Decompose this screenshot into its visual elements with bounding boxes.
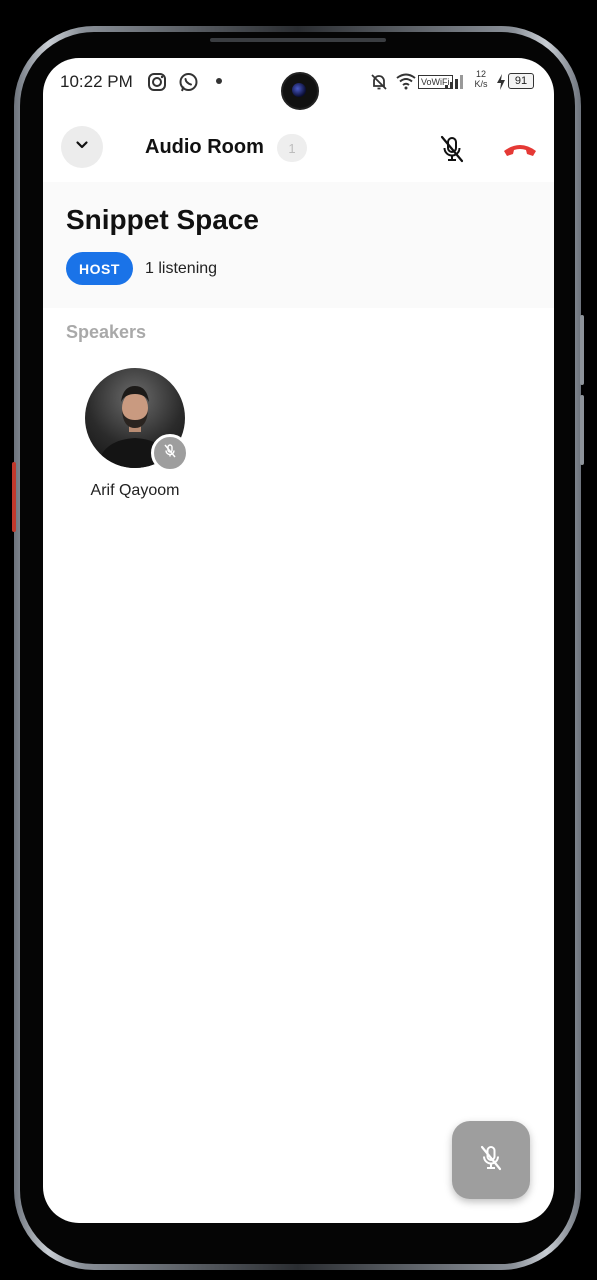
mic-off-icon xyxy=(162,443,178,464)
call-end-icon xyxy=(500,145,540,168)
leave-room-button[interactable] xyxy=(500,134,540,164)
room-header: Snippet Space HOST 1 listening xyxy=(43,182,554,308)
volume-button xyxy=(580,315,584,385)
minimize-room-button[interactable] xyxy=(61,126,103,168)
speaker-name: Arif Qayoom xyxy=(90,482,180,499)
phone-side-accent xyxy=(12,462,16,532)
mic-off-icon xyxy=(435,135,469,170)
speakers-section-label: Speakers xyxy=(66,322,147,342)
participant-count-badge: 1 xyxy=(277,134,307,162)
net-speed: 12 K/s xyxy=(473,69,489,89)
app-bar: Audio Room 1 xyxy=(43,120,554,176)
mic-off-icon xyxy=(476,1143,506,1178)
screen: 10:22 PM VoWiFi 12 K/s 91 Audio Room 1 S… xyxy=(43,58,554,1223)
status-bar: 10:22 PM VoWiFi 12 K/s 91 xyxy=(43,58,554,110)
front-camera xyxy=(281,72,319,110)
status-time: 10:22 PM xyxy=(60,72,133,91)
power-button xyxy=(580,395,584,465)
net-speed-unit: K/s xyxy=(474,79,488,89)
net-speed-value: 12 xyxy=(475,69,486,79)
wifi-icon xyxy=(395,72,417,95)
battery-icon: 91 xyxy=(508,73,534,89)
instagram-icon xyxy=(147,72,167,97)
bell-off-icon xyxy=(369,72,389,97)
phone-top-slot xyxy=(210,38,386,42)
page-title: Audio Room xyxy=(145,136,264,158)
speaker-muted-badge xyxy=(151,434,189,472)
floating-mic-button[interactable] xyxy=(452,1121,530,1199)
charging-icon xyxy=(496,74,506,95)
whatsapp-icon xyxy=(178,72,199,98)
listening-count: 1 listening xyxy=(145,260,218,277)
toggle-mic-button[interactable] xyxy=(435,132,469,166)
signal-icon xyxy=(444,74,464,95)
chevron-down-icon xyxy=(74,137,90,158)
host-badge: HOST xyxy=(66,252,133,285)
notification-dot-icon xyxy=(216,78,222,84)
room-title: Snippet Space xyxy=(66,204,259,235)
